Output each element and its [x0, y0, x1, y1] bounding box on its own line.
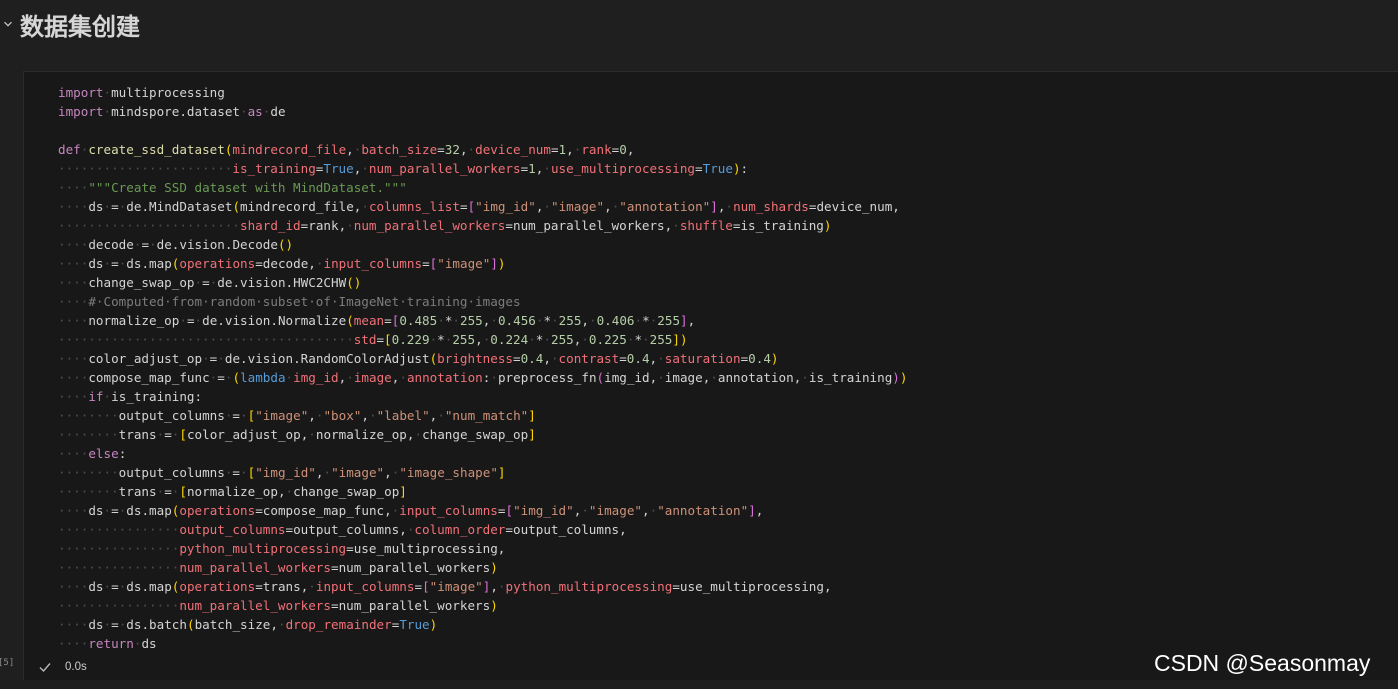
section-title: 数据集创建 [20, 12, 140, 41]
code-line: ················python_multiprocessing=u… [58, 541, 506, 556]
code-line: ····if·is_training: [58, 389, 203, 404]
code-line: ········output_columns·=·["img_id",·"ima… [58, 465, 506, 480]
code-line: ·······················is_training=True,… [58, 161, 749, 176]
code-line: ····return·ds [58, 636, 157, 651]
code-line: ····ds·=·ds.batch(batch_size,·drop_remai… [58, 617, 438, 632]
code-line: ················num_parallel_workers=num… [58, 598, 498, 613]
execution-time: 0.0s [65, 661, 87, 673]
code-line: ················output_columns=output_co… [58, 522, 627, 537]
code-line: ········output_columns·=·["image",·"box"… [58, 408, 536, 423]
code-line: ························shard_id=rank,·n… [58, 218, 832, 233]
code-line: import·mindspore.dataset·as·de [58, 104, 286, 119]
section-heading: 数据集创建 [0, 4, 140, 44]
code-editor[interactable]: import·multiprocessing import·mindspore.d… [58, 83, 907, 653]
code-line: ····decode·=·de.vision.Decode() [58, 237, 294, 252]
code-line: ····"""Create SSD dataset with MindDatas… [58, 180, 407, 195]
execution-count: [5] [0, 658, 15, 668]
code-line: ········trans·=·[normalize_op,·change_sw… [58, 484, 407, 499]
code-line: ····normalize_op·=·de.vision.Normalize(m… [58, 313, 696, 328]
code-line: ····else: [58, 446, 127, 461]
code-line: ····color_adjust_op·=·de.vision.RandomCo… [58, 351, 779, 366]
code-line: ····ds·=·ds.map(operations=trans,·input_… [58, 579, 832, 594]
watermark: CSDN @Seasonmay [1154, 650, 1371, 676]
code-line: ····ds·=·de.MindDataset(mindrecord_file,… [58, 199, 900, 214]
code-line: ····ds·=·ds.map(operations=decode,·input… [58, 256, 506, 271]
code-line: ····#·Computed·from·random·subset·of·Ima… [58, 294, 521, 309]
code-line: ····ds·=·ds.map(operations=compose_map_f… [58, 503, 764, 518]
code-line: def·create_ssd_dataset(mindrecord_file,·… [58, 142, 635, 157]
chevron-down-icon[interactable] [0, 14, 18, 34]
code-line: ········trans·=·[color_adjust_op,·normal… [58, 427, 536, 442]
code-line: ················num_parallel_workers=num… [58, 560, 498, 575]
code-line: ····compose_map_func·=·(lambda·img_id,·i… [58, 370, 908, 385]
code-line: import·multiprocessing [58, 85, 225, 100]
check-icon [38, 660, 52, 674]
code-line: ·······································s… [58, 332, 688, 347]
code-line: ····change_swap_op·=·de.vision.HWC2CHW() [58, 275, 362, 290]
